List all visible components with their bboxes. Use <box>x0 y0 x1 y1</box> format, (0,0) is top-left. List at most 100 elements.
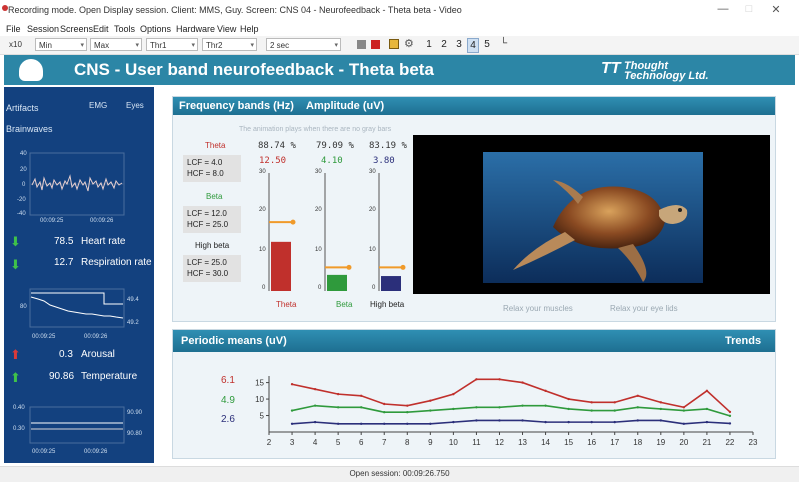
respiration-trace <box>31 292 123 305</box>
chevron-down-icon: ▾ <box>80 42 84 49</box>
page-button-3[interactable]: 3 <box>454 38 464 51</box>
beta-trend-point <box>659 407 663 411</box>
theta-bar <box>271 241 291 291</box>
trends-label[interactable]: Trends <box>725 335 761 347</box>
highbeta-trend-point <box>290 422 294 425</box>
theta-tick-30: 30 <box>259 169 266 175</box>
beta-trend-point <box>544 404 547 407</box>
bw-y-neg40: -40 <box>17 211 26 217</box>
time-select-label: 2 sec <box>270 41 290 50</box>
beta-threshold-marker <box>346 264 352 270</box>
chevron-down-icon: ▾ <box>135 42 139 49</box>
minimize-icon[interactable]: — <box>712 3 734 15</box>
beta-trend-point <box>429 409 432 412</box>
max-select[interactable]: Max ▾ <box>90 38 142 51</box>
close-icon[interactable]: ✕ <box>765 3 787 16</box>
theta-trend-point <box>682 406 686 409</box>
chart-icon[interactable]: └ <box>500 38 507 49</box>
stop-icon[interactable] <box>357 40 366 49</box>
zoom-value[interactable]: x10 <box>6 38 24 51</box>
beta-trend-point <box>521 404 524 407</box>
highbeta-tick-30: 30 <box>369 169 376 175</box>
bands-header-right: Amplitude (uV) <box>306 100 385 112</box>
theta-trend-point <box>383 402 386 406</box>
periodic-header: Periodic means (uV) Trends <box>173 330 775 352</box>
theta-trend-point <box>728 410 732 414</box>
menu-hardware[interactable]: Hardware <box>176 24 215 34</box>
menu-edit[interactable]: Edit <box>93 24 109 34</box>
thr1-select-label: Thr1 <box>150 41 167 50</box>
toolbar: x10 Min ▾ Max ▾ Thr1 ▾ Thr2 ▾ 2 sec ▾ ⚙ 1 2 3… <box>0 36 799 55</box>
min-select[interactable]: Min ▾ <box>35 38 87 51</box>
arousal-y-bottom: 0.30 <box>13 426 25 432</box>
x-tick-label: 15 <box>564 438 573 447</box>
theta-tick-20: 20 <box>259 207 266 213</box>
tt-logo-icon: TT <box>601 60 621 77</box>
eyes-label: Eyes <box>126 101 144 110</box>
thr1-select[interactable]: Thr1 ▾ <box>146 38 198 51</box>
frequency-bands-panel: Frequency bands (Hz) Amplitude (uV) The … <box>172 96 776 322</box>
beta-trend-point <box>290 409 294 412</box>
thr2-select[interactable]: Thr2 ▾ <box>202 38 257 51</box>
page-button-1[interactable]: 1 <box>424 38 434 51</box>
highbeta-tick-10: 10 <box>369 247 376 253</box>
menu-bar: File Session Screens Edit Tools Options … <box>0 22 799 36</box>
x-tick-label: 10 <box>449 438 458 447</box>
theta-trend-point <box>544 389 547 393</box>
heart-rate-value: 78.5 <box>54 236 74 247</box>
physio-panel: Artifacts EMG Eyes Brainwaves 40 20 0 -2… <box>4 87 154 463</box>
relax-eyelids-text: Relax your eye lids <box>610 304 678 313</box>
beta-trend-point <box>613 409 616 412</box>
page-button-4-active[interactable]: 4 <box>467 38 479 53</box>
settings-icon[interactable]: ⚙ <box>404 37 414 50</box>
highbeta-trend-point <box>544 420 547 424</box>
theta-trend-point <box>475 378 478 381</box>
arrow-down-green-icon: ⬇ <box>10 257 21 272</box>
theta-trend-point <box>590 401 593 404</box>
arrow-up-green-icon: ⬆ <box>10 370 21 385</box>
beta-trend-point <box>636 406 639 409</box>
beta-lcf: LCF = 12.0 <box>187 209 227 218</box>
menu-help[interactable]: Help <box>240 24 259 34</box>
beta-tick-30: 30 <box>315 169 322 175</box>
temperature-label: Temperature <box>81 371 138 382</box>
x-tick-label: 16 <box>587 438 596 447</box>
theta-trend-point <box>705 389 709 393</box>
page-button-2[interactable]: 2 <box>439 38 449 51</box>
window-title: Recording mode. Open Display session. Cl… <box>8 5 462 15</box>
page-button-5[interactable]: 5 <box>482 38 492 51</box>
time-select[interactable]: 2 sec ▾ <box>266 38 341 51</box>
beta-trend-point <box>728 414 732 418</box>
maximize-icon[interactable]: □ <box>738 3 760 15</box>
x-tick-label: 21 <box>702 438 711 447</box>
x-tick-label: 9 <box>428 438 433 447</box>
bands-header-left: Frequency bands (Hz) <box>179 100 294 112</box>
status-text: Open session: 00:09:26.750 <box>349 469 450 478</box>
x-tick-label: 6 <box>359 438 364 447</box>
theta-threshold-marker <box>290 219 296 225</box>
x-tick-label: 2 <box>267 438 272 447</box>
at-time-1: 00:09:25 <box>32 449 56 455</box>
menu-file[interactable]: File <box>6 24 21 34</box>
menu-session[interactable]: Session <box>27 24 59 34</box>
theta-trend-point <box>359 394 363 397</box>
menu-view[interactable]: View <box>217 24 236 34</box>
record-button-icon[interactable] <box>371 40 380 49</box>
theta-lcf: LCF = 4.0 <box>187 158 223 167</box>
x-tick-label: 3 <box>290 438 295 447</box>
pause-icon[interactable] <box>389 39 399 49</box>
menu-screens[interactable]: Screens <box>60 24 93 34</box>
x-tick-label: 8 <box>405 438 410 447</box>
bw-time-2: 00:09:26 <box>90 218 114 224</box>
theta-trend-point <box>406 404 409 407</box>
beta-trend-point <box>705 407 709 411</box>
animation-hint: The animation plays when there are no gr… <box>239 126 392 133</box>
menu-tools[interactable]: Tools <box>114 24 135 34</box>
heart-rate-label: Heart rate <box>81 236 126 247</box>
menu-options[interactable]: Options <box>140 24 171 34</box>
beta-trend-point <box>383 411 386 414</box>
temperature-value: 90.86 <box>49 371 75 382</box>
beta-bar-label: Beta <box>336 300 353 309</box>
periodic-means-chart: 510152 3 4 5 6 7 8 9 10 11 12 13 14 15 16 17 18 19 20 21 22 2… <box>255 376 758 447</box>
x-tick-label: 18 <box>633 438 642 447</box>
